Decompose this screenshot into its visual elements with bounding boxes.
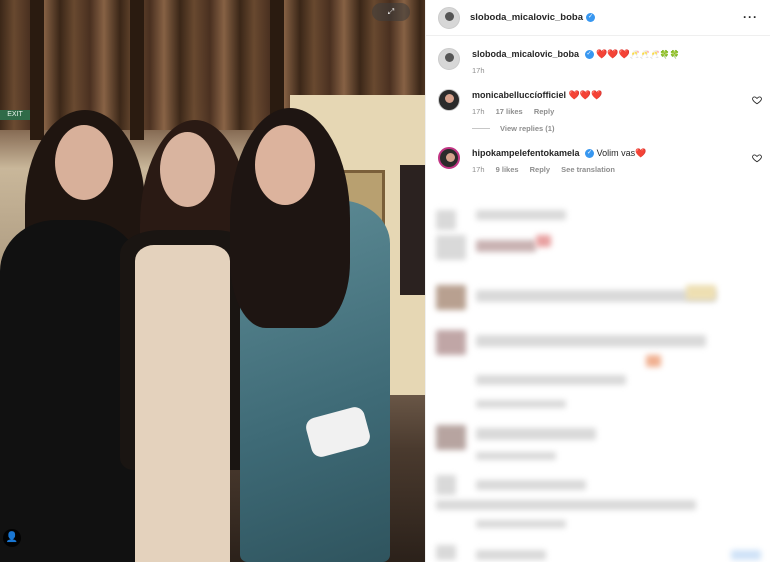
blurred-avatar (436, 285, 466, 310)
avatar[interactable] (438, 48, 460, 70)
blurred-text (476, 428, 596, 440)
blurred-avatar (436, 210, 456, 230)
blurred-text (476, 480, 586, 490)
reply-button[interactable]: Reply (530, 165, 550, 174)
person-middle-dress (135, 245, 230, 562)
see-translation-button[interactable]: See translation (561, 165, 615, 174)
blurred-avatar (436, 545, 456, 560)
person-left-face (55, 125, 113, 200)
blurred-avatar (436, 235, 466, 260)
comment-likes[interactable]: 17 likes (496, 107, 523, 116)
post-author[interactable]: sloboda_micalovic_boba (470, 12, 583, 23)
blurred-text (476, 550, 546, 560)
person-right-face (255, 125, 315, 205)
comment-username[interactable]: sloboda_micalovic_boba (472, 49, 579, 59)
caption-comment: sloboda_micalovic_boba ✓ ❤️❤️❤️🥂🥂🥂🍀🍀 17h (426, 48, 770, 75)
comment-username[interactable]: monicabelluccíofficiel (472, 90, 566, 100)
comment-time[interactable]: 17h (472, 66, 485, 75)
comment-time[interactable]: 17h (472, 165, 485, 174)
expand-icon[interactable]: ⤢ (372, 3, 410, 21)
blurred-avatar (436, 475, 456, 495)
blurred-text (476, 335, 706, 347)
ceiling-beam (30, 0, 44, 140)
comments-panel: sloboda_micalovic_boba ✓ ··· sloboda_mic… (425, 0, 770, 562)
comment-username[interactable]: hipokampelefentokamela (472, 148, 580, 158)
post-photo[interactable]: EXIT ⤢ 👤 (0, 0, 425, 562)
comment-item: monicabelluccíofficiel ❤️❤️❤️ 17h 17 lik… (426, 89, 770, 116)
verified-icon: ✓ (585, 149, 595, 159)
blurred-text (476, 210, 566, 220)
comment-text: ❤️❤️❤️ (568, 90, 603, 100)
blurred-text (476, 375, 626, 385)
pixelated-comments (426, 200, 770, 562)
exit-sign: EXIT (0, 110, 30, 120)
person-middle-face (160, 132, 215, 207)
person-icon[interactable]: 👤 (3, 529, 21, 547)
avatar[interactable] (438, 6, 460, 29)
view-replies-label: View replies (1) (500, 124, 555, 133)
comment-likes[interactable]: 9 likes (496, 165, 519, 174)
blurred-text (476, 240, 536, 252)
person-left-body (0, 220, 140, 562)
post-header: sloboda_micalovic_boba ✓ ··· (426, 0, 770, 36)
comment-text: ❤️❤️❤️ (596, 49, 630, 59)
blurred-avatar (436, 330, 466, 355)
blurred-text (476, 400, 566, 408)
comment-time[interactable]: 17h (472, 107, 485, 116)
blurred-button (731, 550, 761, 560)
replies-divider (472, 128, 490, 129)
blurred-text (436, 500, 696, 510)
avatar[interactable] (438, 89, 460, 111)
comment-emoji: 🥂🥂🥂🍀🍀 (629, 50, 680, 59)
avatar[interactable] (438, 147, 460, 169)
window (400, 165, 425, 295)
view-replies-button[interactable]: View replies (1) (472, 124, 770, 133)
blurred-avatar (436, 425, 466, 450)
blurred-text (476, 452, 556, 460)
blurred-text (476, 520, 566, 528)
verified-icon: ✓ (584, 50, 594, 60)
blurred-text (476, 290, 716, 302)
blurred-emoji (536, 235, 551, 247)
comment-text: Volim vas❤️ (596, 148, 647, 158)
like-heart-icon[interactable] (752, 153, 762, 163)
ceiling-beam (130, 0, 144, 140)
blurred-emoji (686, 285, 716, 300)
more-horizontal-icon[interactable]: ··· (743, 10, 758, 24)
like-heart-icon[interactable] (752, 95, 762, 105)
blurred-emoji (646, 355, 661, 367)
verified-icon: ✓ (585, 13, 595, 22)
reply-button[interactable]: Reply (534, 107, 554, 116)
comment-item: hipokampelefentokamela ✓ Volim vas❤️ 17h… (426, 147, 770, 174)
